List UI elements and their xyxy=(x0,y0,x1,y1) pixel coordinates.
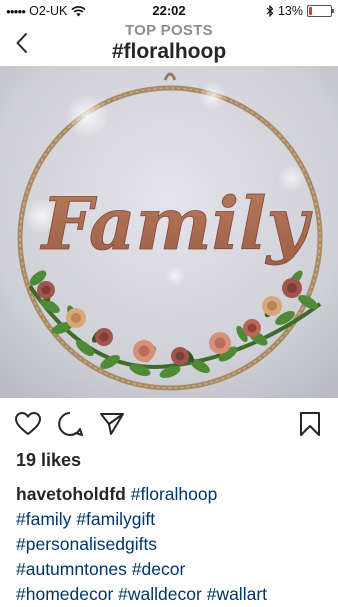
header-titles: TOP POSTS #floralhoop xyxy=(0,22,338,64)
hashtag-link[interactable]: #autumntones xyxy=(16,559,127,579)
post-caption: havetoholdfd #floralhoop #family #family… xyxy=(16,482,334,607)
hashtag-link[interactable]: #homedecor xyxy=(16,584,113,604)
bookmark-icon[interactable] xyxy=(296,410,324,438)
photo-word: Family xyxy=(40,181,313,266)
hashtag-link[interactable]: #family xyxy=(16,509,71,529)
header-subtitle: TOP POSTS xyxy=(124,22,213,39)
likes-count[interactable]: 19 likes xyxy=(16,450,81,471)
caption-username[interactable]: havetoholdfd xyxy=(16,484,126,504)
status-bar: ●●●●● O2-UK 22:02 13% xyxy=(0,0,338,22)
page-title: #floralhoop xyxy=(111,40,227,63)
photo-illustration: Family xyxy=(0,66,338,398)
hashtag-link[interactable]: #familygift xyxy=(76,509,155,529)
hashtag-link[interactable]: #wallart xyxy=(207,584,267,604)
battery-fill xyxy=(309,7,312,15)
hashtag-link[interactable]: #decor xyxy=(132,559,186,579)
share-icon[interactable] xyxy=(98,410,126,438)
comment-icon[interactable] xyxy=(56,410,84,438)
battery-icon xyxy=(307,5,334,17)
heart-icon[interactable] xyxy=(14,410,42,438)
post-photo[interactable]: Family xyxy=(0,66,338,398)
post-action-bar xyxy=(0,404,338,440)
nav-header: TOP POSTS #floralhoop xyxy=(0,22,338,66)
battery-percent: 13% xyxy=(277,4,303,18)
bluetooth-icon xyxy=(266,5,274,17)
hashtag-link[interactable]: #personalisedgifts xyxy=(16,534,157,554)
hashtag-link[interactable]: #floralhoop xyxy=(131,484,218,504)
hashtag-link[interactable]: #walldecor xyxy=(118,584,202,604)
status-right: 13% xyxy=(266,4,334,18)
